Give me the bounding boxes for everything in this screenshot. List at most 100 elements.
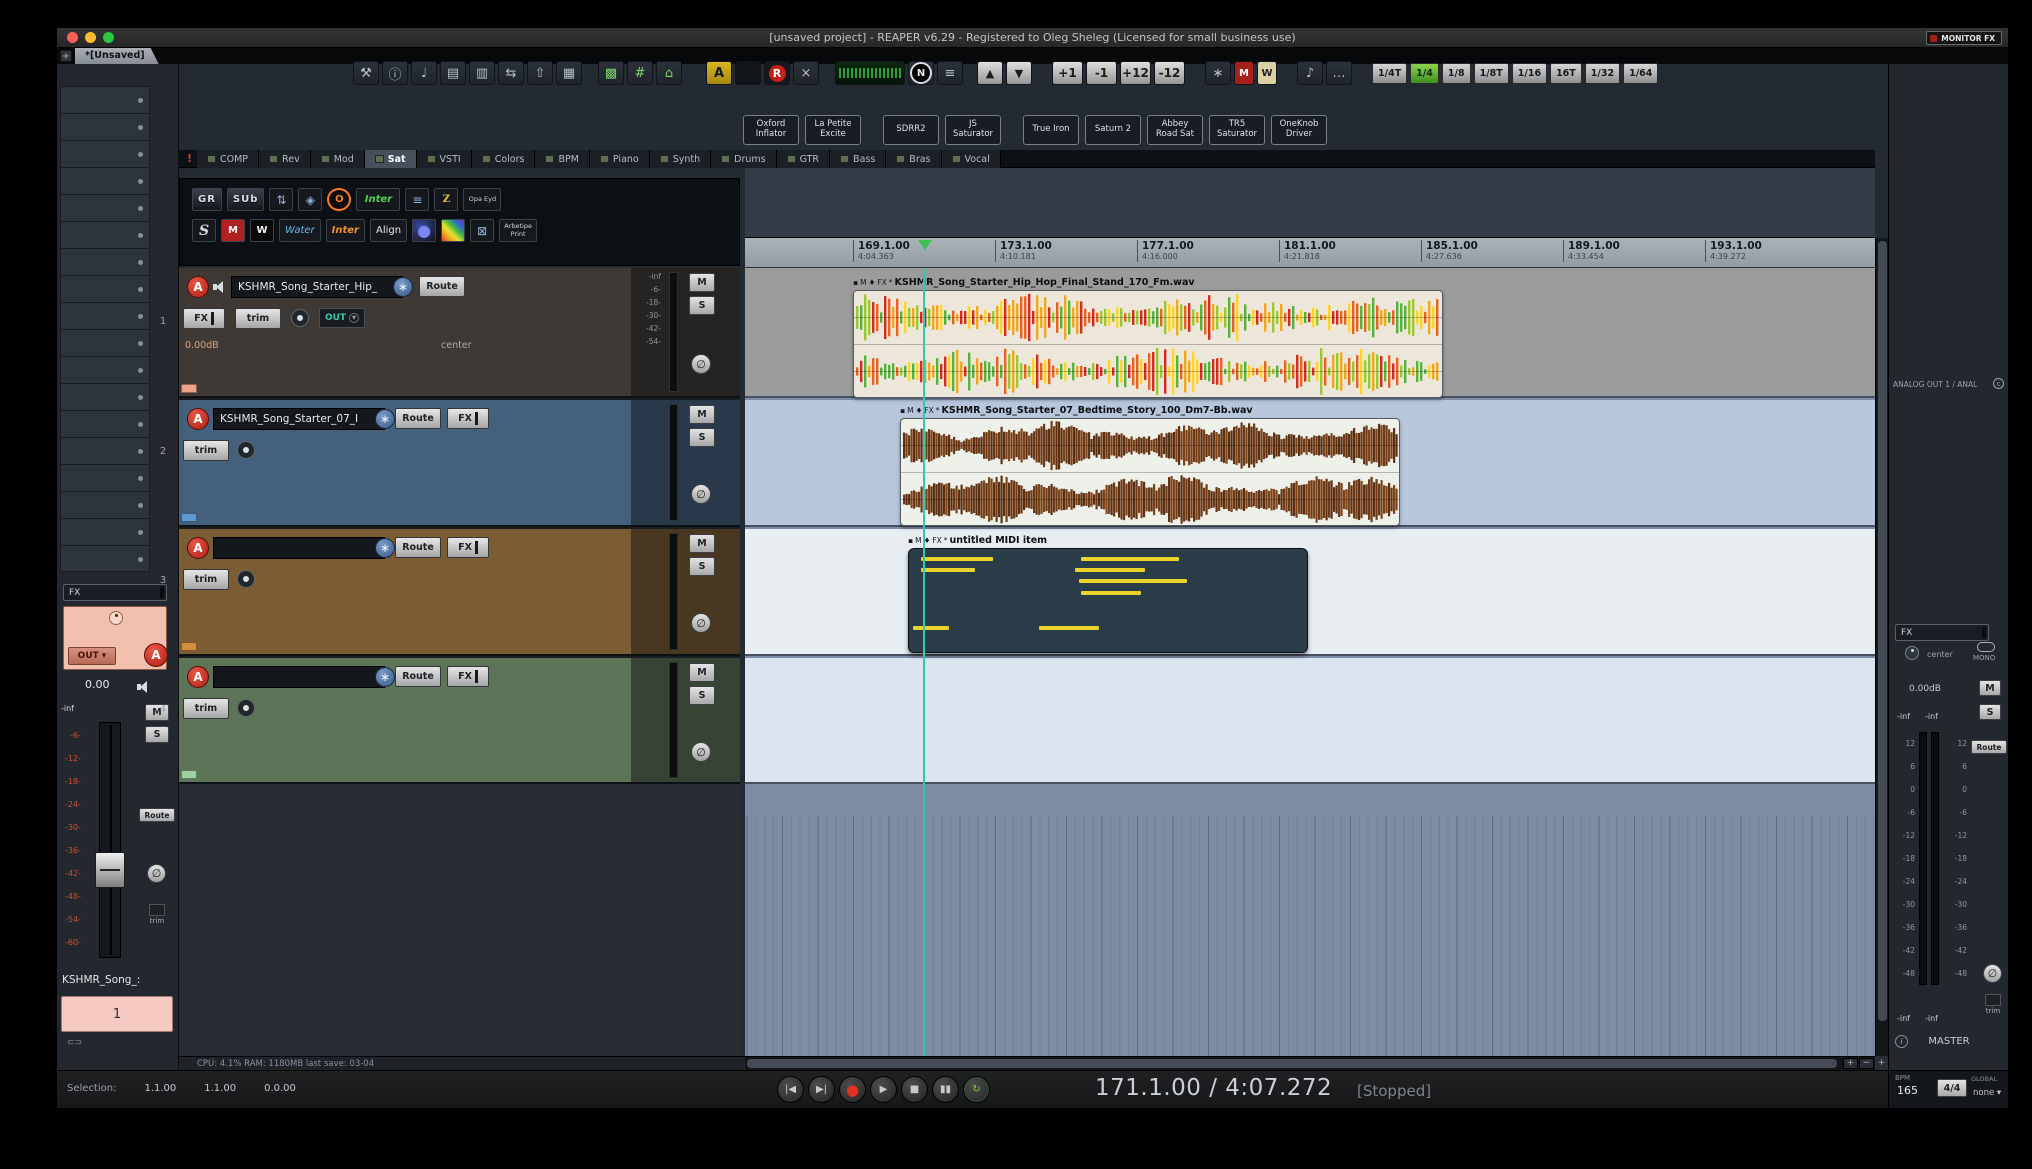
toolbar-button[interactable]: ⇧ [527, 61, 553, 85]
fx-shortcut-button[interactable]: Water [279, 219, 321, 242]
collapsed-mixer-strip[interactable] [60, 302, 150, 329]
output-button[interactable]: OUT▾ [319, 308, 365, 328]
phase-button[interactable]: ∅ [691, 613, 711, 633]
pan-readout[interactable]: center [441, 340, 472, 351]
toolbar-button[interactable]: ⌂ [656, 61, 682, 85]
toolbar-button[interactable]: 1/32 [1585, 63, 1620, 84]
item-header-icon[interactable]: M [907, 406, 913, 415]
output-config-icon[interactable]: c [1993, 378, 2004, 389]
record-arm-button[interactable]: A [144, 643, 168, 667]
midi-note[interactable] [921, 568, 975, 572]
toolbar-button[interactable]: ▲ [977, 61, 1003, 85]
toolbar-tab[interactable]: Synth [650, 150, 711, 168]
track-name-input[interactable]: KSHMR_Song_Starter_07_I [213, 408, 385, 430]
env-plugin-icon[interactable]: ∗ [375, 409, 395, 429]
item-header-icon[interactable]: * [936, 406, 940, 415]
track-color-slot[interactable]: 1 [61, 996, 173, 1032]
volume-fader-handle[interactable] [95, 852, 125, 888]
env-plugin-icon[interactable]: ∗ [393, 277, 413, 297]
toolbar-button[interactable]: ⓘ [382, 61, 408, 85]
track-panel-3[interactable]: A ∗ Route FX trim M S ∅ [179, 529, 740, 656]
collapsed-mixer-strip[interactable] [60, 464, 150, 491]
toolbar-tab[interactable]: Piano [590, 150, 650, 168]
midi-note[interactable] [1039, 626, 1099, 630]
toolbar-button[interactable]: +1 [1052, 61, 1083, 85]
collapsed-mixer-strip[interactable] [60, 410, 150, 437]
fx-shortcut-button[interactable]: M [221, 219, 245, 242]
toolbar-button[interactable]: 1/4T [1372, 63, 1407, 84]
monitor-button[interactable] [237, 441, 255, 459]
phase-button[interactable]: ∅ [147, 864, 166, 883]
master-mute-button[interactable]: M [1979, 680, 2001, 696]
monitor-button[interactable] [237, 699, 255, 717]
fx-shortcut-button[interactable]: W [250, 219, 274, 242]
master-phase-button[interactable]: ∅ [1983, 964, 2002, 983]
media-item-audio-1[interactable]: ▪M♦FX* KSHMR_Song_Starter_Hip_Hop_Final_… [853, 276, 1443, 398]
fx-shortcut-button[interactable]: Inter [356, 188, 400, 211]
new-project-tab-button[interactable]: + [60, 50, 72, 62]
mute-button[interactable]: M [689, 405, 715, 424]
trim-button[interactable]: trim [183, 440, 229, 461]
plugin-preset-button[interactable]: Saturn 2 [1085, 115, 1141, 145]
master-fx-button[interactable]: FX [1895, 624, 1989, 641]
solo-button[interactable]: S [689, 557, 715, 576]
fx-shortcut-button[interactable]: S [192, 219, 216, 242]
toolbar-button[interactable]: 1/8 [1442, 63, 1471, 84]
route-button[interactable]: Route [395, 666, 441, 687]
global-automation-selector[interactable]: none ▾ [1973, 1088, 2001, 1098]
track-lane-4[interactable] [745, 658, 1875, 784]
mixer-fx-button[interactable]: FX [63, 584, 167, 601]
selected-track-name[interactable]: KSHMR_Song_: [62, 974, 140, 986]
item-header-icon[interactable]: M [860, 278, 866, 287]
collapsed-mixer-strip[interactable] [60, 329, 150, 356]
fx-shortcut-button[interactable]: Inter [326, 219, 365, 242]
phase-button[interactable]: ∅ [691, 742, 711, 762]
midi-item-body[interactable] [908, 548, 1308, 653]
item-header-icon[interactable]: ♦ [916, 406, 923, 415]
toolbar-button[interactable]: -1 [1086, 61, 1117, 85]
track-name-input[interactable] [213, 537, 385, 559]
route-button[interactable]: Route [139, 808, 175, 822]
collapsed-mixer-strip[interactable] [60, 437, 150, 464]
item-header-icon[interactable]: ▪ [908, 536, 913, 545]
toolbar-button[interactable] [735, 61, 761, 85]
solo-button[interactable]: S [145, 726, 169, 743]
transport-button[interactable]: ▮▮ [932, 1076, 959, 1103]
fx-button[interactable]: FX [183, 308, 225, 329]
monitor-button[interactable] [291, 309, 309, 327]
plugin-preset-button[interactable]: La Petite Excite [805, 115, 861, 145]
item-header-icon[interactable]: * [889, 278, 893, 287]
toolbar-tab[interactable]: Rev [259, 150, 311, 168]
collapsed-mixer-strip[interactable] [60, 248, 150, 275]
master-volume-readout[interactable]: 0.00dB [1909, 684, 1941, 694]
volume-readout[interactable]: 0.00dB [185, 340, 219, 351]
midi-note[interactable] [1079, 579, 1187, 583]
track-panel-4[interactable]: A ∗ Route FX trim M S ∅ [179, 658, 740, 784]
selection-start[interactable]: 1.1.00 [144, 1083, 176, 1094]
collapsed-mixer-strip[interactable] [60, 86, 150, 113]
toolbar-button[interactable]: +12 [1120, 61, 1151, 85]
midi-note[interactable] [913, 626, 949, 630]
media-item-audio-2[interactable]: ▪M♦FX* KSHMR_Song_Starter_07_Bedtime_Sto… [900, 404, 1400, 526]
toolbar-tab[interactable]: VSTI [417, 150, 472, 168]
trim-button[interactable]: trim [183, 698, 229, 719]
fx-shortcut-button[interactable]: Align [370, 219, 407, 242]
mixer-output-button[interactable]: OUT▾ [68, 647, 116, 665]
track-panel-2[interactable]: A KSHMR_Song_Starter_07_I ∗ Route FX tri… [179, 400, 740, 527]
volume-fader-track[interactable] [99, 722, 121, 958]
phase-button[interactable]: ∅ [691, 484, 711, 504]
vertical-scrollbar[interactable] [1875, 238, 1888, 1056]
toolbar-button[interactable]: ▦ [556, 61, 582, 85]
plugin-preset-button[interactable]: True Iron [1023, 115, 1079, 145]
record-arm-button[interactable]: A [187, 537, 209, 559]
pan-knob[interactable] [109, 611, 123, 625]
item-header-icon[interactable]: FX [924, 406, 933, 415]
speaker-icon[interactable] [213, 281, 227, 293]
vertical-zoom-button[interactable]: + [1875, 1056, 1888, 1070]
mute-button[interactable]: M [689, 273, 715, 292]
fx-shortcut-button[interactable]: ⊠ [470, 219, 494, 242]
mute-button[interactable]: M [689, 663, 715, 682]
toolbar-tab[interactable]: Bass [830, 150, 886, 168]
toolbar-tab[interactable]: COMP [197, 150, 259, 168]
monitor-fx-badge[interactable]: MONITOR FX [1926, 31, 2002, 45]
